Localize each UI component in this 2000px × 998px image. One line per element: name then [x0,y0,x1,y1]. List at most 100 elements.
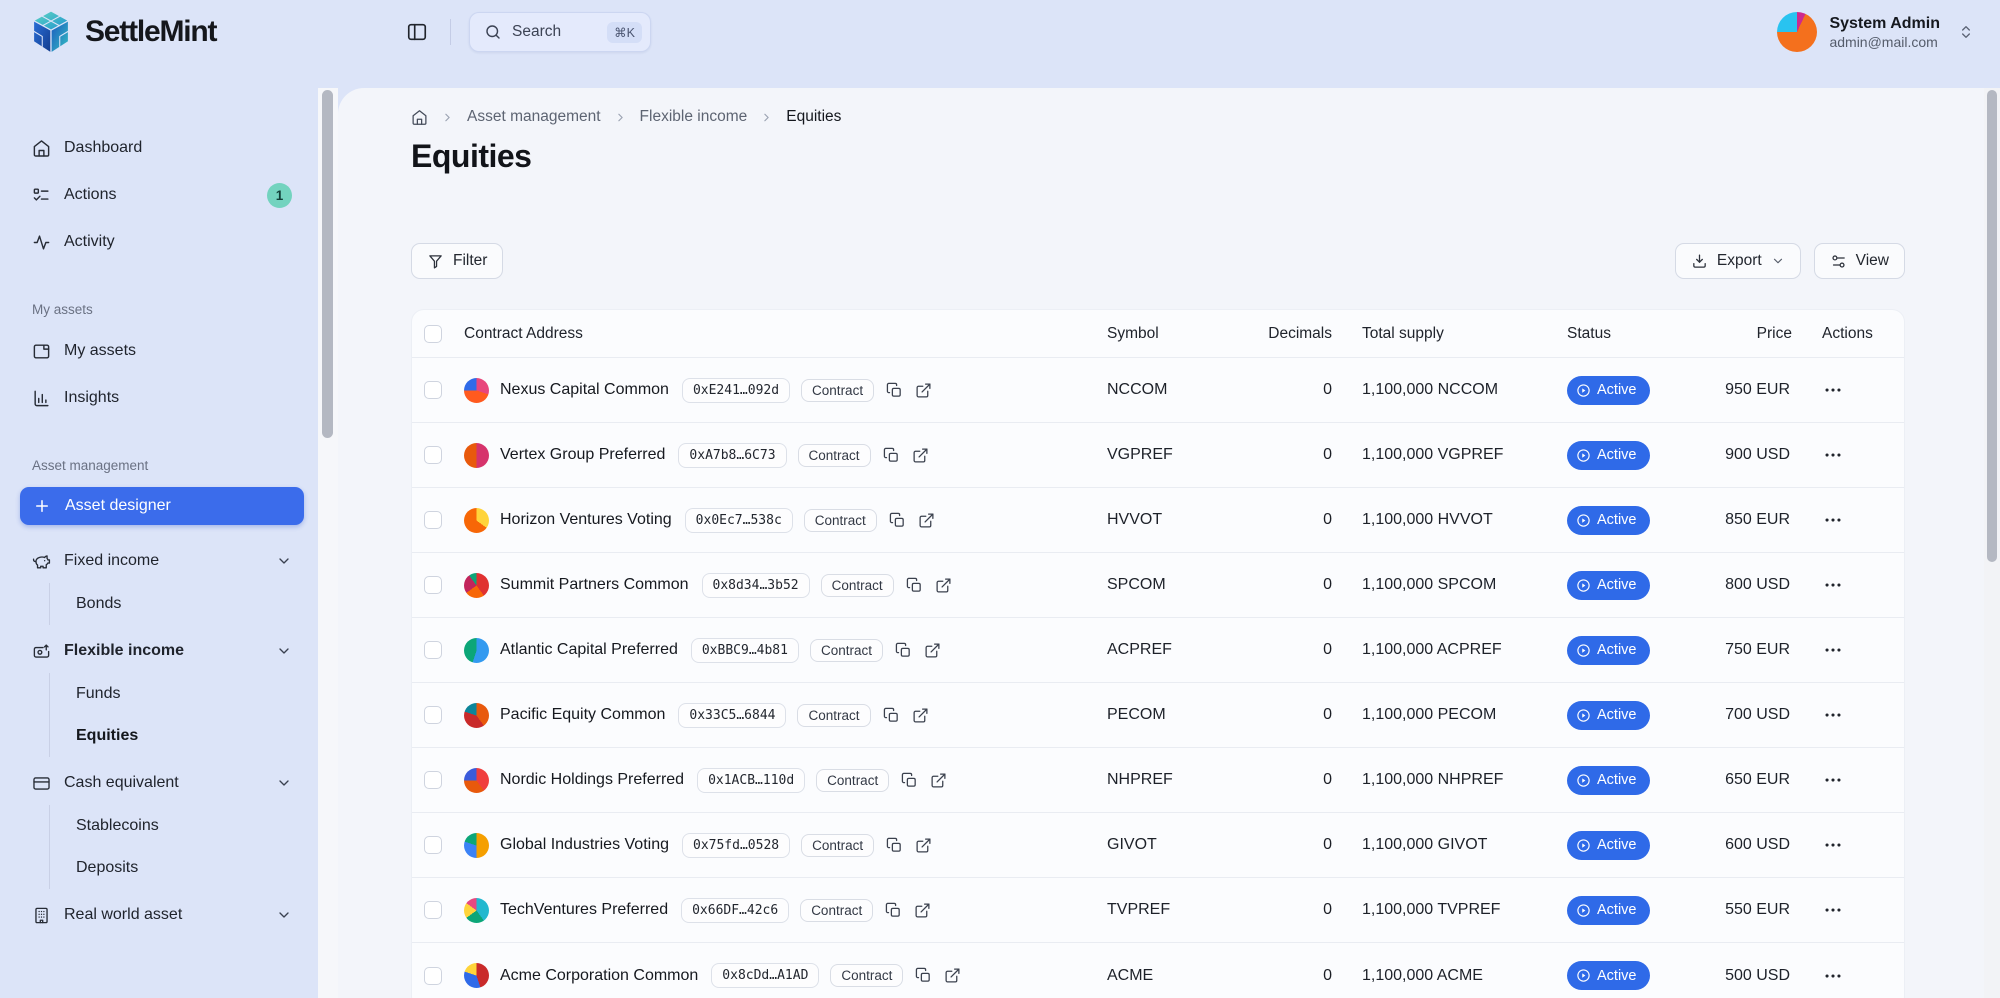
credit-card-icon [32,774,51,793]
row-actions-button[interactable] [1822,639,1844,661]
table-row: Nexus Capital Common 0xE241…092d Contrac… [412,358,1904,423]
open-explorer-button[interactable] [935,577,952,594]
settlemint-logo-icon [30,9,72,55]
open-explorer-button[interactable] [924,642,941,659]
breadcrumb-flexible-income[interactable]: Flexible income [640,108,748,126]
open-explorer-button[interactable] [915,837,932,854]
open-explorer-button[interactable] [944,967,961,984]
sidebar-item-dashboard[interactable]: Dashboard [20,128,304,168]
copy-address-button[interactable] [889,512,906,529]
row-checkbox[interactable] [424,511,442,529]
sidebar-group-fixed-income[interactable]: Fixed income [20,541,304,581]
sidebar-item-funds[interactable]: Funds [76,673,304,715]
copy-address-button[interactable] [886,382,903,399]
status-label: Active [1597,512,1637,528]
contract-badge: Contract [816,769,889,792]
row-checkbox[interactable] [424,967,442,985]
sidebar-item-actions[interactable]: Actions 1 [20,175,304,215]
asset-avatar [464,508,489,533]
ellipsis-icon [1822,639,1844,661]
row-checkbox[interactable] [424,836,442,854]
column-header-actions: Actions [1804,325,1904,343]
asset-total-supply: 1,100,000 PECOM [1362,706,1496,724]
settlemint-logo[interactable]: SettleMint [30,9,360,55]
status-badge: Active [1567,636,1650,665]
sidebar-item-activity[interactable]: Activity [20,222,304,262]
status-badge: Active [1567,506,1650,535]
copy-address-button[interactable] [883,447,900,464]
row-checkbox[interactable] [424,641,442,659]
sidebar-item-insights[interactable]: Insights [20,378,304,418]
page-scrollbar-thumb[interactable] [1987,90,1997,562]
sidebar-item-deposits[interactable]: Deposits [76,847,304,889]
asset-symbol: TVPREF [1099,901,1239,919]
copy-address-button[interactable] [915,967,932,984]
status-label: Active [1597,382,1637,398]
sidebar-group-real-world-asset[interactable]: Real world asset [20,895,304,935]
home-icon[interactable] [411,109,428,126]
select-all-checkbox[interactable] [424,325,442,343]
asset-decimals: 0 [1239,901,1344,919]
open-explorer-button[interactable] [912,707,929,724]
row-checkbox[interactable] [424,381,442,399]
sidebar-scrollbar-thumb[interactable] [322,90,333,438]
open-explorer-button[interactable] [914,902,931,919]
row-checkbox[interactable] [424,446,442,464]
breadcrumb-asset-management[interactable]: Asset management [467,108,601,126]
contract-address-pill[interactable]: 0x0Ec7…538c [685,508,793,533]
contract-address-pill[interactable]: 0x1ACB…110d [697,768,805,793]
row-actions-button[interactable] [1822,965,1844,987]
external-link-icon [912,707,929,724]
copy-address-button[interactable] [906,577,923,594]
user-menu[interactable]: System Admin admin@mail.com [1777,12,1974,52]
sidebar-item-my-assets[interactable]: My assets [20,331,304,371]
sidebar-item-bonds[interactable]: Bonds [76,583,304,625]
row-actions-button[interactable] [1822,769,1844,791]
filter-button[interactable]: Filter [411,243,503,279]
user-name: System Admin [1829,15,1940,33]
view-button[interactable]: View [1814,243,1905,279]
row-actions-button[interactable] [1822,444,1844,466]
copy-address-button[interactable] [885,902,902,919]
row-actions-button[interactable] [1822,379,1844,401]
row-checkbox[interactable] [424,706,442,724]
row-actions-button[interactable] [1822,899,1844,921]
row-checkbox[interactable] [424,901,442,919]
sidebar-item-stablecoins[interactable]: Stablecoins [76,805,304,847]
contract-address-pill[interactable]: 0x8cDd…A1AD [711,963,819,988]
chevron-down-icon [276,907,292,923]
asset-decimals: 0 [1239,771,1344,789]
contract-address-pill[interactable]: 0xA7b8…6C73 [678,443,786,468]
copy-address-button[interactable] [883,707,900,724]
sidebar-item-equities[interactable]: Equities [76,715,304,757]
open-explorer-button[interactable] [918,512,935,529]
asset-name: Acme Corporation Common [500,967,698,985]
row-actions-button[interactable] [1822,509,1844,531]
contract-address-pill[interactable]: 0x66DF…42c6 [681,898,789,923]
sidebar-group-flexible-income[interactable]: Flexible income [20,631,304,671]
row-actions-button[interactable] [1822,704,1844,726]
column-header-contract-address: Contract Address [456,325,1099,343]
sidebar-toggle-button[interactable] [402,17,432,47]
contract-address-pill[interactable]: 0xBBC9…4b81 [691,638,799,663]
export-button[interactable]: Export [1675,243,1801,279]
ellipsis-icon [1822,899,1844,921]
open-explorer-button[interactable] [930,772,947,789]
row-checkbox[interactable] [424,771,442,789]
contract-address-pill[interactable]: 0x8d34…3b52 [702,573,810,598]
contract-address-pill[interactable]: 0xE241…092d [682,378,790,403]
search-button[interactable]: Search ⌘K [469,12,651,52]
copy-address-button[interactable] [886,837,903,854]
row-checkbox[interactable] [424,576,442,594]
copy-address-button[interactable] [895,642,912,659]
open-explorer-button[interactable] [915,382,932,399]
open-explorer-button[interactable] [912,447,929,464]
copy-address-button[interactable] [901,772,918,789]
sidebar-group-cash-equivalent[interactable]: Cash equivalent [20,763,304,803]
asset-designer-button[interactable]: Asset designer [20,487,304,525]
contract-address-pill[interactable]: 0x75fd…0528 [682,833,790,858]
contract-badge: Contract [800,899,873,922]
contract-address-pill[interactable]: 0x33C5…6844 [678,703,786,728]
row-actions-button[interactable] [1822,574,1844,596]
row-actions-button[interactable] [1822,834,1844,856]
